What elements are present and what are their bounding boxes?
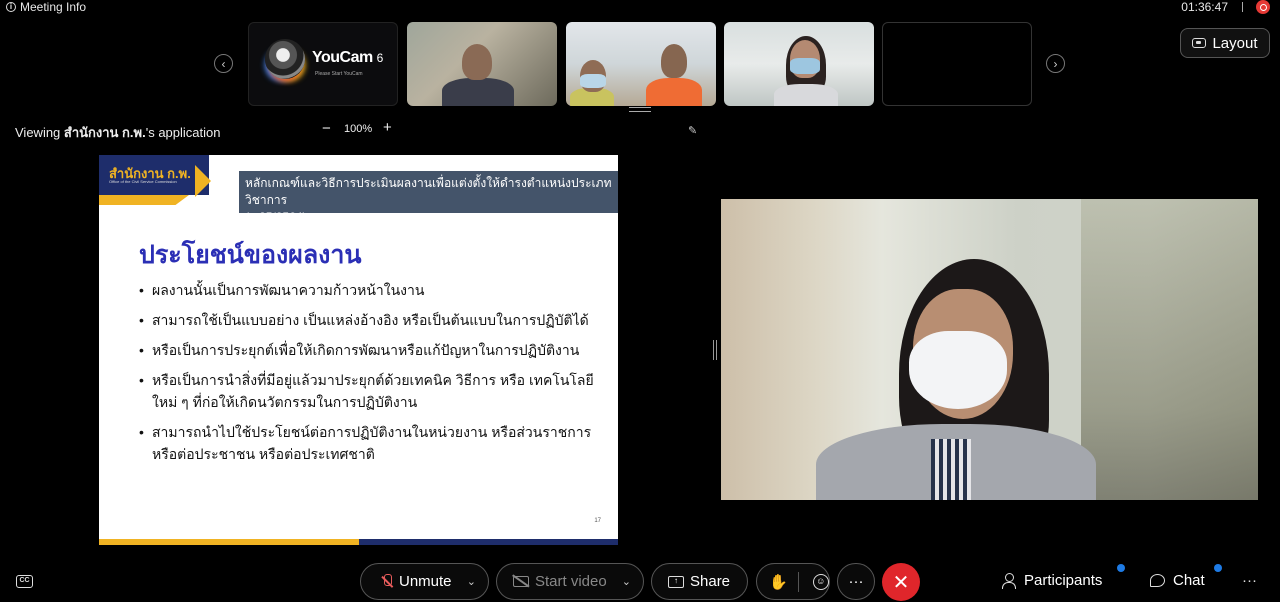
viewing-label: Viewing สำนักงาน ก.พ.'s application bbox=[15, 122, 220, 143]
chat-icon bbox=[1150, 574, 1165, 587]
zoom-in-button[interactable]: + bbox=[383, 119, 392, 136]
meeting-timer: 01:36:47 bbox=[1181, 0, 1228, 14]
shared-screen: สำนักงาน ก.พ. Office of the Civil Servic… bbox=[99, 155, 618, 545]
meeting-info-label: Meeting Info bbox=[20, 0, 87, 14]
annotate-icon[interactable]: ✎ bbox=[688, 124, 697, 137]
slide-header-line: หลักเกณฑ์และวิธีการประเมินผลงานเพื่อแต่ง… bbox=[245, 176, 612, 207]
zoom-level: 100% bbox=[344, 123, 373, 135]
reactions-group: ✋ ☺ bbox=[756, 563, 830, 600]
viewing-owner: สำนักงาน ก.พ. bbox=[63, 125, 146, 140]
participants-icon bbox=[1002, 573, 1016, 589]
zoom-out-button[interactable]: − bbox=[322, 120, 331, 137]
participant-thumbnail[interactable]: YouCam 6 Please Start YouCam bbox=[248, 22, 398, 106]
participants-button[interactable]: Participants bbox=[1002, 572, 1102, 589]
notification-dot bbox=[1214, 564, 1222, 572]
top-divider bbox=[1242, 2, 1243, 12]
slide-bullet: หรือเป็นการนำสิ่งที่มีอยู่แล้วมาประยุกต์… bbox=[139, 369, 599, 413]
participant-thumbnail[interactable] bbox=[407, 22, 557, 106]
slide-header: หลักเกณฑ์และวิธีการประเมินผลงานเพื่อแต่ง… bbox=[239, 171, 618, 224]
youcam-subtitle: Please Start YouCam bbox=[315, 71, 363, 77]
info-icon: i bbox=[6, 2, 16, 12]
unmute-button[interactable]: Unmute ⌄ bbox=[360, 563, 489, 600]
slide-page-number: 17 bbox=[594, 518, 601, 524]
participant-silhouette bbox=[661, 44, 687, 78]
pane-splitter[interactable] bbox=[713, 340, 717, 360]
slide-logo-subtitle: Office of the Civil Service Commission bbox=[109, 179, 177, 184]
notification-dot bbox=[1117, 564, 1125, 572]
slide-logo: สำนักงาน ก.พ. Office of the Civil Servic… bbox=[99, 155, 209, 195]
active-speaker-video[interactable] bbox=[721, 199, 1258, 500]
youcam-logo-icon bbox=[265, 39, 305, 79]
chat-button[interactable]: Chat bbox=[1150, 572, 1205, 589]
viewing-suffix: 's application bbox=[145, 125, 221, 140]
chevron-right-icon[interactable]: › bbox=[1046, 54, 1065, 73]
slide-footer-stripe bbox=[359, 539, 618, 545]
speaker-silhouette bbox=[931, 439, 971, 500]
share-screen-icon: ↑ bbox=[668, 575, 684, 588]
participants-label: Participants bbox=[1024, 572, 1103, 589]
slide-logo-stripe bbox=[99, 195, 189, 205]
slide-bullet: หรือเป็นการประยุกต์เพื่อให้เกิดการพัฒนาห… bbox=[139, 339, 599, 361]
participant-silhouette bbox=[790, 58, 820, 74]
start-video-button[interactable]: Start video ⌄ bbox=[496, 563, 644, 600]
slide-bullet: สามารถใช้เป็นแบบอย่าง เป็นแหล่งอ้างอิง ห… bbox=[139, 309, 599, 331]
raise-hand-icon[interactable]: ✋ bbox=[769, 573, 788, 591]
chat-label: Chat bbox=[1173, 572, 1205, 589]
unmute-label: Unmute bbox=[399, 573, 452, 590]
record-icon[interactable] bbox=[1256, 0, 1270, 14]
resize-grip[interactable] bbox=[629, 107, 651, 112]
participant-silhouette bbox=[580, 74, 606, 88]
slide-footer-stripe bbox=[99, 539, 359, 545]
participant-thumbnail[interactable] bbox=[724, 22, 874, 106]
end-call-icon[interactable]: ✕ bbox=[882, 563, 920, 601]
participant-silhouette bbox=[442, 78, 514, 106]
layout-button[interactable]: Layout bbox=[1180, 28, 1270, 58]
overflow-icon[interactable]: ··· bbox=[1242, 572, 1257, 589]
video-background bbox=[1081, 199, 1258, 500]
share-button[interactable]: ↑ Share bbox=[651, 563, 748, 600]
slide-heading: ประโยชน์ของผลงาน bbox=[139, 241, 362, 269]
slide-logo-accent bbox=[195, 165, 211, 197]
youcam-brand: YouCam 6 bbox=[312, 49, 383, 66]
chevron-down-icon[interactable]: ⌄ bbox=[467, 575, 476, 588]
video-off-icon bbox=[513, 576, 529, 587]
chevron-down-icon[interactable]: ⌄ bbox=[622, 575, 631, 588]
slide-header-line: (ว 25/2564) bbox=[245, 210, 307, 224]
slide-bullet: สามารถนำไปใช้ประโยชน์ต่อการปฏิบัติงานในห… bbox=[139, 421, 599, 465]
participant-silhouette bbox=[462, 44, 492, 80]
participant-thumbnail[interactable] bbox=[566, 22, 716, 106]
layout-label: Layout bbox=[1212, 34, 1258, 52]
share-label: Share bbox=[690, 573, 731, 590]
cc-icon[interactable]: CC bbox=[16, 575, 33, 588]
slide-bullet: ผลงานนั้นเป็นการพัฒนาความก้าวหน้าในงาน bbox=[139, 279, 599, 301]
reaction-icon[interactable]: ☺ bbox=[812, 573, 829, 590]
speaker-silhouette bbox=[909, 331, 1007, 409]
mic-off-icon bbox=[381, 573, 393, 590]
layout-icon bbox=[1192, 38, 1207, 48]
meeting-info-button[interactable]: i Meeting Info bbox=[6, 0, 86, 14]
more-icon[interactable]: ··· bbox=[837, 563, 875, 600]
viewing-prefix: Viewing bbox=[15, 125, 64, 140]
participant-silhouette bbox=[646, 78, 702, 106]
chevron-left-icon[interactable]: ‹ bbox=[214, 54, 233, 73]
participant-thumbnail[interactable] bbox=[882, 22, 1032, 106]
divider bbox=[797, 571, 799, 592]
start-video-label: Start video bbox=[535, 573, 607, 590]
slide-bullet-list: ผลงานนั้นเป็นการพัฒนาความก้าวหน้าในงาน ส… bbox=[139, 279, 599, 473]
participant-silhouette bbox=[774, 84, 838, 106]
